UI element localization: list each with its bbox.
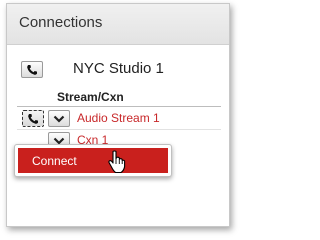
panel-title: Connections: [19, 14, 103, 31]
studio-call-button[interactable]: [21, 61, 43, 78]
panel-header: Connections: [7, 4, 229, 45]
header-divider: [17, 106, 221, 107]
connect-context-menu: Connect: [14, 144, 172, 177]
connect-menu-item[interactable]: Connect: [18, 148, 168, 173]
studio-name: NYC Studio 1: [73, 60, 164, 77]
stream-expand-button[interactable]: [48, 110, 70, 127]
row-divider: [17, 129, 221, 130]
phone-icon: [28, 113, 38, 124]
connections-panel: Connections NYC Studio 1 Stream/Cxn Audi…: [6, 3, 230, 227]
stream-cxn-column-header: Stream/Cxn: [57, 90, 124, 104]
phone-icon: [27, 64, 37, 75]
connect-menu-label: Connect: [32, 153, 77, 168]
hand-pointer-icon: [108, 150, 126, 174]
stream-call-button[interactable]: [22, 110, 44, 127]
stream-name[interactable]: Audio Stream 1: [77, 111, 160, 125]
chevron-down-icon: [53, 115, 65, 123]
